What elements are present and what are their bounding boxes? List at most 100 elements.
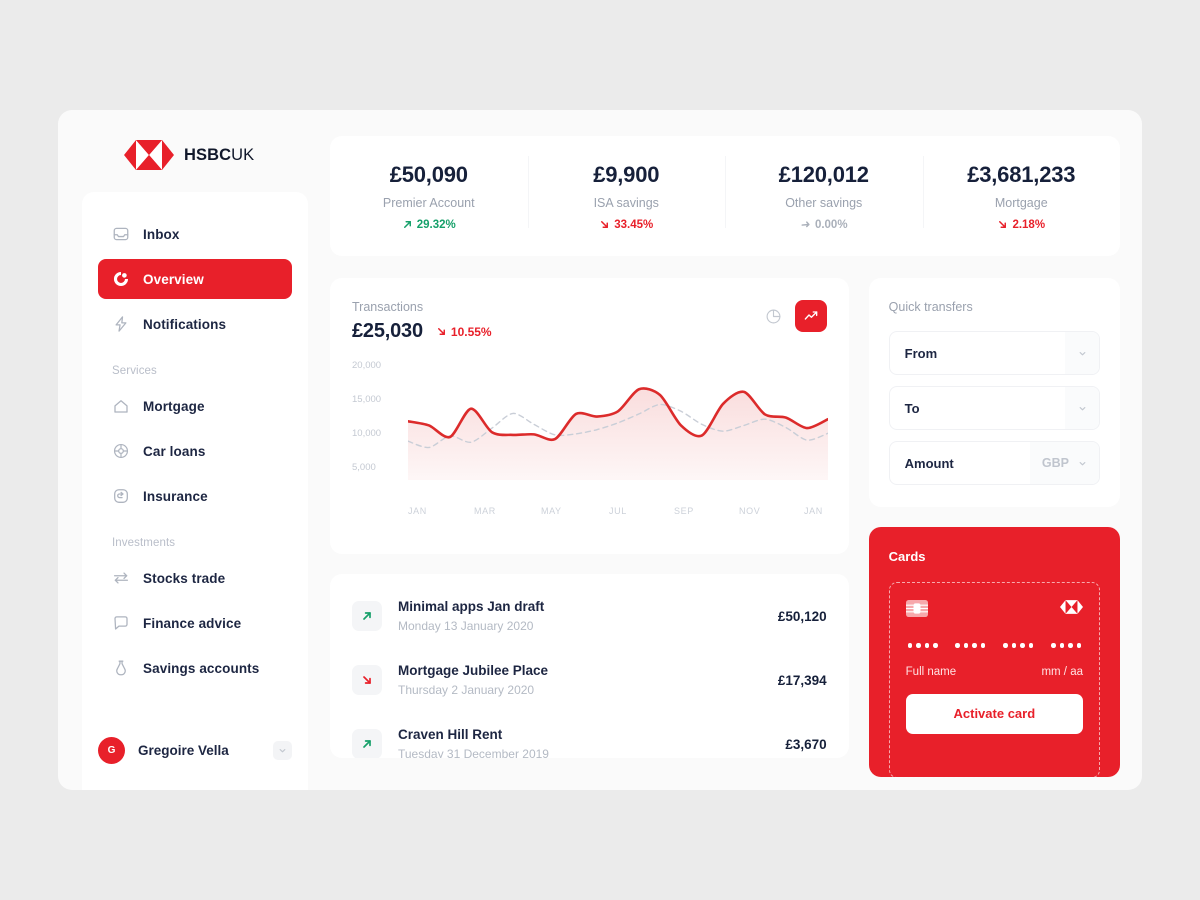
sidebar-item-label: Stocks trade bbox=[143, 570, 226, 586]
chat-bubble-icon bbox=[114, 616, 128, 630]
stat-label: Premier Account bbox=[382, 195, 475, 210]
sidebar-item-notifications[interactable]: Notifications bbox=[98, 304, 292, 344]
hsbc-hexagon-logo bbox=[1060, 600, 1083, 614]
x-axis-tick: MAY bbox=[541, 506, 562, 516]
home-icon bbox=[114, 400, 128, 413]
sidebar-item-car-loans[interactable]: Car loans bbox=[98, 431, 292, 471]
transaction-name: Minimal apps Jan draft bbox=[398, 599, 545, 614]
sidebar-nav: Inbox Overview Notifications Services Mo… bbox=[82, 192, 308, 790]
transaction-direction-badge bbox=[352, 665, 382, 695]
stat-delta-value: 33.45% bbox=[614, 218, 654, 231]
transfer-to-select[interactable]: To bbox=[888, 386, 1100, 430]
shield-return-icon bbox=[114, 489, 128, 503]
exchange-arrows-icon bbox=[113, 572, 129, 584]
brand: HSBCUK bbox=[58, 110, 308, 170]
sidebar-item-insurance[interactable]: Insurance bbox=[98, 476, 292, 516]
sidebar-item-overview[interactable]: Overview bbox=[98, 259, 292, 299]
stat-delta: 2.18% bbox=[923, 219, 1121, 231]
transaction-date: Monday 13 January 2020 bbox=[398, 619, 534, 633]
sidebar-item-label: Inbox bbox=[143, 226, 180, 242]
chevron-down-icon bbox=[279, 749, 286, 753]
user-name: Gregoire Vella bbox=[138, 743, 229, 758]
inbox-tray-icon bbox=[113, 227, 129, 241]
avatar: G bbox=[98, 737, 125, 764]
sidebar-group-services-title: Services bbox=[112, 365, 157, 377]
transactions-chart-card: Transactions £25,030 10.55% 20,000 15,00… bbox=[330, 278, 849, 554]
quick-transfers-title: Quick transfers bbox=[888, 300, 973, 314]
sidebar-item-finance-advice[interactable]: Finance advice bbox=[98, 603, 292, 643]
sidebar-item-mortgage[interactable]: Mortgage bbox=[98, 386, 292, 426]
chevron-down-icon bbox=[1079, 351, 1085, 355]
account-summary-bar: £50,090 Premier Account 29.32% £9,900 IS… bbox=[330, 136, 1120, 256]
pie-chart-toggle[interactable] bbox=[764, 306, 784, 326]
transactions-area-chart: 20,000 15,000 10,000 5,000 JAN MAR MAY J… bbox=[352, 360, 828, 524]
transactions-list: Minimal apps Jan draft Monday 13 January… bbox=[330, 574, 849, 758]
user-menu-button[interactable] bbox=[273, 741, 292, 760]
dropdown-toggle[interactable] bbox=[1065, 332, 1099, 374]
trending-up-icon bbox=[804, 311, 817, 320]
currency-select[interactable]: GBP bbox=[1029, 442, 1099, 484]
chart-view-toggles bbox=[764, 300, 827, 332]
lightning-bolt-icon bbox=[115, 316, 127, 332]
chart-summary: Transactions £25,030 10.55% bbox=[352, 300, 492, 343]
transaction-info: Minimal apps Jan draft Monday 13 January… bbox=[398, 599, 762, 633]
x-axis-tick: JAN bbox=[804, 506, 823, 516]
line-chart-toggle[interactable] bbox=[794, 300, 827, 332]
sidebar-item-label: Mortgage bbox=[143, 398, 205, 414]
pie-chart-icon bbox=[766, 309, 781, 323]
x-axis-tick: NOV bbox=[739, 506, 761, 516]
brand-name: HSBCUK bbox=[184, 146, 254, 165]
piggy-bank-icon bbox=[116, 660, 126, 676]
dropdown-toggle[interactable] bbox=[1065, 387, 1099, 429]
card-number-dots bbox=[906, 643, 1083, 648]
transfer-from-select[interactable]: From bbox=[888, 331, 1100, 375]
sidebar-item-label: Notifications bbox=[143, 316, 227, 332]
table-row[interactable]: Mortgage Jubilee Place Thursday 2 Januar… bbox=[352, 648, 827, 712]
quick-transfers-panel: Quick transfers From To Amount GBP bbox=[868, 278, 1120, 507]
field-label: To bbox=[904, 400, 920, 416]
stat-mortgage: £3,681,233 Mortgage 2.18% bbox=[922, 155, 1121, 231]
app-window: HSBCUK Inbox Overview Notifications Serv… bbox=[58, 110, 1142, 790]
field-label: From bbox=[904, 345, 938, 361]
sidebar-item-savings-accounts[interactable]: Savings accounts bbox=[98, 648, 292, 688]
transaction-date: Thursday 2 January 2020 bbox=[398, 683, 535, 697]
chart-delta: 10.55% bbox=[436, 325, 492, 339]
stat-delta: 0.00% bbox=[725, 219, 923, 231]
hsbc-hexagon-logo bbox=[124, 140, 174, 170]
stat-delta-value: 2.18% bbox=[1012, 218, 1046, 231]
y-axis-tick: 10,000 bbox=[352, 428, 382, 439]
stat-delta: 33.45% bbox=[528, 219, 726, 231]
sidebar-item-stocks-trade[interactable]: Stocks trade bbox=[98, 558, 292, 598]
sidebar-group-investments-title: Investments bbox=[112, 537, 176, 549]
activate-card-button[interactable]: Activate card bbox=[905, 693, 1083, 734]
stat-other-savings: £120,012 Other savings 0.00% bbox=[725, 155, 923, 231]
currency-value: GBP bbox=[1041, 456, 1069, 470]
card-chip-icon bbox=[905, 600, 928, 617]
donut-chart-icon bbox=[113, 271, 129, 287]
sidebar-item-label: Finance advice bbox=[143, 615, 242, 631]
left-column: Transactions £25,030 10.55% 20,000 15,00… bbox=[330, 278, 849, 777]
x-axis-tick: MAR bbox=[474, 506, 496, 516]
user-profile[interactable]: G Gregoire Vella bbox=[98, 737, 292, 764]
main-content: £50,090 Premier Account 29.32% £9,900 IS… bbox=[330, 136, 1120, 790]
brand-name-bold: HSBC bbox=[184, 145, 232, 164]
arrow-up-right-icon bbox=[363, 740, 371, 748]
x-axis-tick: JAN bbox=[408, 506, 427, 516]
table-row[interactable]: Craven Hill Rent Tuesday 31 December 201… bbox=[352, 712, 827, 758]
sidebar-item-label: Car loans bbox=[143, 443, 206, 459]
sidebar-item-label: Savings accounts bbox=[143, 660, 260, 676]
arrow-right-icon bbox=[801, 221, 810, 228]
chevron-down-icon bbox=[1079, 406, 1085, 410]
sidebar-item-label: Insurance bbox=[143, 488, 208, 504]
sidebar-item-inbox[interactable]: Inbox bbox=[98, 214, 292, 254]
arrow-down-right-icon bbox=[601, 221, 609, 228]
wheel-icon bbox=[113, 443, 129, 459]
card-placeholder: Full name mm / aa Activate card bbox=[888, 582, 1100, 778]
x-axis-tick: JUL bbox=[609, 506, 627, 516]
dot-group bbox=[1003, 643, 1034, 648]
card-top-row bbox=[905, 600, 1083, 617]
transfer-amount-input[interactable]: Amount GBP bbox=[888, 441, 1100, 485]
transaction-amount: £3,670 bbox=[785, 736, 827, 752]
chevron-down-icon bbox=[1079, 461, 1086, 465]
table-row[interactable]: Minimal apps Jan draft Monday 13 January… bbox=[352, 584, 827, 648]
